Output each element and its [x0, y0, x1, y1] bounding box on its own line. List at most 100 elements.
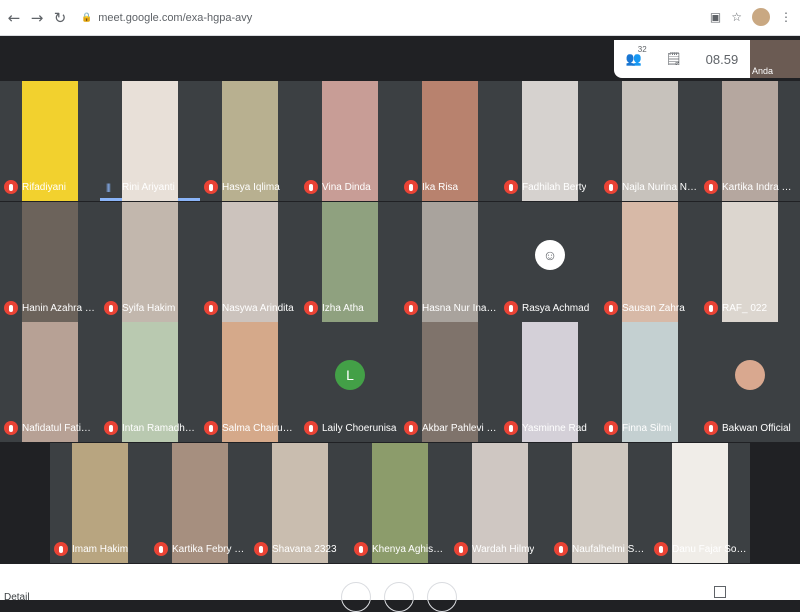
participant-name: Hasya Iqlima — [222, 182, 280, 193]
profile-avatar[interactable] — [752, 8, 770, 26]
participant-name: Najla Nurina Nari... — [622, 182, 698, 193]
mic-off-icon — [454, 542, 468, 556]
participant-tile[interactable]: Hanin Azahra Rus... — [0, 202, 100, 322]
participant-name: Laily Choerunisa — [322, 423, 397, 434]
mic-off-icon — [4, 421, 18, 435]
mic-off-icon — [654, 542, 668, 556]
present-screen-icon[interactable] — [714, 586, 726, 598]
participant-name: Nafidatul Fatimah — [22, 423, 98, 434]
participant-name: Nasywa Arindita — [222, 303, 294, 314]
participant-tile[interactable]: RAF_ 022 — [700, 202, 800, 322]
participants-count: 32 — [637, 45, 647, 54]
microphone-button[interactable] — [341, 582, 371, 612]
mic-off-icon — [304, 180, 318, 194]
forward-arrow-icon[interactable]: → — [28, 9, 46, 27]
participant-tile[interactable]: Najla Nurina Nari... — [600, 81, 700, 201]
participant-name: Shavana 2323 — [272, 544, 337, 555]
mic-off-icon — [204, 180, 218, 194]
mic-off-icon — [404, 421, 418, 435]
participant-tile[interactable]: Naufalhelmi Syah... — [550, 443, 650, 563]
meeting-bottom-bar: Detail — [0, 564, 800, 612]
meeting-details-label[interactable]: Detail — [4, 592, 30, 603]
bookmark-star-icon[interactable]: ☆ — [731, 10, 742, 24]
mic-off-icon — [604, 421, 618, 435]
participant-tile[interactable]: Nasywa Arindita — [200, 202, 300, 322]
chat-icon[interactable]: 🗒 — [666, 51, 683, 67]
participant-tile[interactable]: Kartika Febry Uta... — [150, 443, 250, 563]
participants-button[interactable]: 👥 32 — [626, 45, 647, 67]
participant-tile[interactable]: Intan Ramadhani... — [100, 322, 200, 442]
participant-tile[interactable]: Akbar Pahlevi Fa... — [400, 322, 500, 442]
camera-button[interactable] — [427, 582, 457, 612]
mic-off-icon — [504, 421, 518, 435]
self-view[interactable]: Anda — [750, 40, 800, 78]
mic-off-icon — [154, 542, 168, 556]
participant-name: Vina Dinda — [322, 182, 371, 193]
participant-tile[interactable]: Sausan Zahra — [600, 202, 700, 322]
mic-off-icon — [404, 180, 418, 194]
url-text: meet.google.com/exa-hgpa-avy — [98, 11, 253, 24]
participant-name: Bakwan Official — [722, 423, 791, 434]
participant-tile[interactable]: ☺ Rasya Achmad — [500, 202, 600, 322]
participant-photo-avatar — [735, 360, 765, 390]
cast-icon[interactable]: ▣ — [710, 10, 721, 24]
participant-tile[interactable]: Yasminne Rad — [500, 322, 600, 442]
address-bar[interactable]: 🔒 meet.google.com/exa-hgpa-avy — [81, 12, 252, 24]
hang-up-button[interactable] — [384, 582, 414, 612]
participant-tile[interactable]: Izha Atha — [300, 202, 400, 322]
participant-name: Akbar Pahlevi Fa... — [422, 423, 498, 434]
participant-name: Yasminne Rad — [522, 423, 587, 434]
mic-off-icon — [504, 301, 518, 315]
mic-off-icon — [304, 421, 318, 435]
reload-icon[interactable]: ↻ — [51, 9, 69, 27]
mic-off-icon — [604, 301, 618, 315]
mic-off-icon — [404, 301, 418, 315]
participant-tile[interactable]: Fadhilah Berty — [500, 81, 600, 201]
participant-name: Khenya Aghisna ... — [372, 544, 448, 555]
participant-tile[interactable]: ||| Rini Ariyanti — [100, 81, 200, 201]
mic-off-icon — [104, 301, 118, 315]
speaking-indicator-icon: ||| — [106, 182, 111, 192]
mic-off-icon — [4, 180, 18, 194]
participant-name: Salma Chairunnisa — [222, 423, 298, 434]
participant-initial-avatar: L — [335, 360, 365, 390]
participant-tile[interactable]: Bakwan Official — [700, 322, 800, 442]
participant-tile[interactable]: Finna Silmi — [600, 322, 700, 442]
participant-tile[interactable]: Hasya Iqlima — [200, 81, 300, 201]
participant-tile[interactable]: Syifa Hakim — [100, 202, 200, 322]
participant-tile[interactable]: Ika Risa — [400, 81, 500, 201]
participant-name: Rifadiyani — [22, 182, 66, 193]
participant-tile[interactable]: Wardah Hilmy — [450, 443, 550, 563]
participant-tile[interactable]: Danu Fajar Sodiq — [650, 443, 750, 563]
participant-tile[interactable]: Vina Dinda — [300, 81, 400, 201]
mic-off-icon — [604, 180, 618, 194]
participant-tile[interactable]: L Laily Choerunisa — [300, 322, 400, 442]
participant-tile[interactable]: Khenya Aghisna ... — [350, 443, 450, 563]
participant-tile[interactable]: Salma Chairunnisa — [200, 322, 300, 442]
meeting-time: 08.59 — [705, 51, 739, 67]
participant-tile[interactable]: Kartika Indra Kira... — [700, 81, 800, 201]
participant-name: Rini Ariyanti — [122, 182, 175, 193]
menu-dots-icon[interactable]: ⋮ — [780, 10, 792, 24]
mic-off-icon — [254, 542, 268, 556]
participant-tile[interactable]: Rifadiyani — [0, 81, 100, 201]
participant-name: Syifa Hakim — [122, 303, 176, 314]
participant-tile[interactable]: Imam Hakim — [50, 443, 150, 563]
mic-off-icon — [554, 542, 568, 556]
participant-tile[interactable]: Nafidatul Fatimah — [0, 322, 100, 442]
back-arrow-icon[interactable]: ← — [5, 9, 23, 27]
participant-name: Kartika Febry Uta... — [172, 544, 248, 555]
participant-name: Fadhilah Berty — [522, 182, 587, 193]
mic-off-icon — [704, 180, 718, 194]
avatar-icon: ☺ — [535, 240, 565, 270]
participant-tile[interactable]: Shavana 2323 — [250, 443, 350, 563]
mic-off-icon — [54, 542, 68, 556]
participant-name: Rasya Achmad — [522, 303, 590, 314]
participant-name: Hasna Nur Inayah — [422, 303, 498, 314]
mic-off-icon — [104, 421, 118, 435]
participant-tile[interactable]: Hasna Nur Inayah — [400, 202, 500, 322]
participant-name: Sausan Zahra — [622, 303, 685, 314]
mic-off-icon — [4, 301, 18, 315]
participant-name: Intan Ramadhani... — [122, 423, 198, 434]
mic-off-icon — [204, 421, 218, 435]
